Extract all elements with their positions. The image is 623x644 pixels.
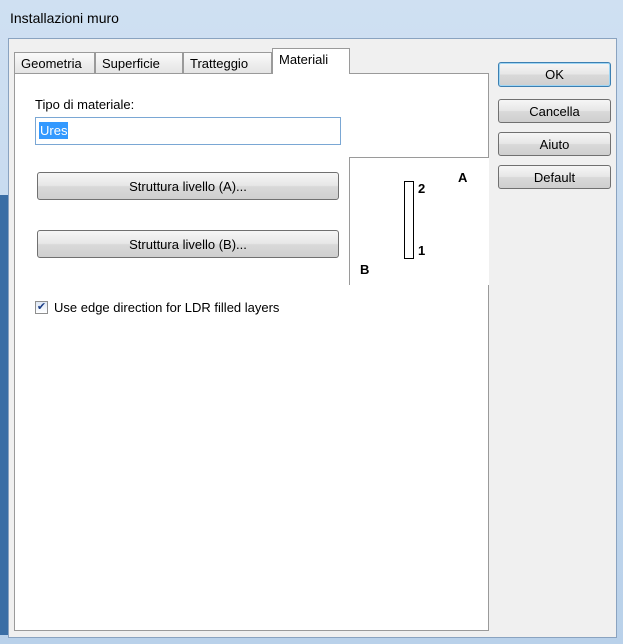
tab-label: Geometria [21, 56, 82, 71]
material-type-value: Ures [39, 122, 69, 139]
preview-label-2: 2 [418, 181, 426, 196]
materiali-panel: Tipo di materiale: Ures Struttura livell… [14, 73, 489, 631]
layer-structure-preview: A B 2 1 [349, 157, 489, 285]
material-type-label: Tipo di materiale: [35, 97, 135, 112]
window-title: Installazioni muro [10, 10, 119, 26]
title-bar[interactable]: Installazioni muro [0, 0, 623, 38]
check-icon: ✔ [36, 301, 47, 313]
preview-label-1: 1 [418, 243, 426, 258]
material-type-input[interactable]: Ures [35, 117, 341, 145]
structure-a-button[interactable]: Struttura livello (A)... [37, 172, 339, 200]
default-button[interactable]: Default [498, 165, 611, 189]
tab-superficie[interactable]: Superficie [95, 52, 183, 73]
structure-b-button[interactable]: Struttura livello (B)... [37, 230, 339, 258]
dialog-window: Installazioni muro Geometria Superficie … [0, 0, 623, 644]
tab-tratteggio[interactable]: Tratteggio [183, 52, 272, 73]
help-button[interactable]: Aiuto [498, 132, 611, 156]
tab-label: Tratteggio [190, 56, 249, 71]
cancel-button[interactable]: Cancella [498, 99, 611, 123]
tab-geometria[interactable]: Geometria [14, 52, 95, 73]
preview-label-b: B [360, 262, 370, 277]
wall-layer-bar [404, 181, 414, 259]
tab-materiali[interactable]: Materiali [272, 48, 350, 74]
preview-label-a: A [458, 170, 468, 185]
edge-direction-checkbox[interactable]: ✔ [35, 301, 48, 314]
edge-direction-label[interactable]: Use edge direction for LDR filled layers [54, 300, 279, 315]
tab-label: Materiali [279, 52, 329, 67]
tab-label: Superficie [102, 56, 160, 71]
ok-button[interactable]: OK [498, 62, 611, 87]
background-window-edge [0, 195, 8, 635]
